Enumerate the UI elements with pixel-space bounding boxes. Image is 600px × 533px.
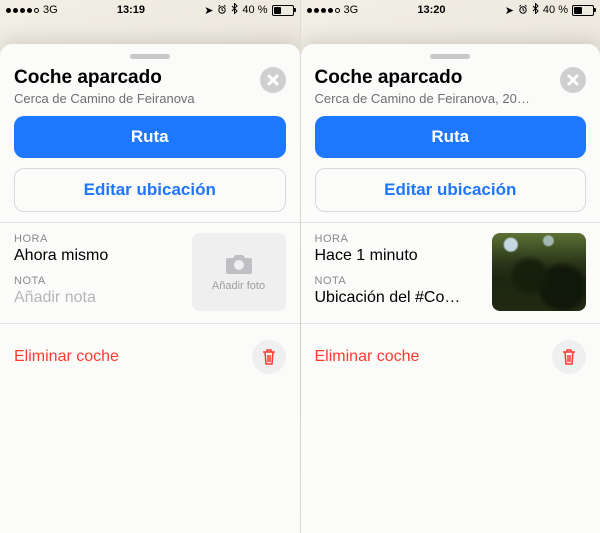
status-right: ➤ 40 % <box>204 3 293 17</box>
note-label: NOTA <box>14 275 178 287</box>
sheet-grabber[interactable] <box>130 54 170 59</box>
info-column: HORA Hace 1 minuto NOTA Ubicación del #C… <box>315 233 479 311</box>
note-label: NOTA <box>315 275 479 287</box>
card-subtitle: Cerca de Camino de Feiranova, 20… <box>315 91 587 106</box>
status-time: 13:19 <box>117 4 145 16</box>
delete-car-link[interactable]: Eliminar coche <box>14 348 119 366</box>
battery-pct: 40 % <box>543 4 568 16</box>
card-subtitle: Cerca de Camino de Feiranova <box>14 91 286 106</box>
dual-screenshot-container: 3G 13:19 ➤ 40 % Coche aparcado Cerca de … <box>0 0 600 533</box>
battery-pct: 40 % <box>242 4 267 16</box>
edit-location-button[interactable]: Editar ubicación <box>14 168 286 212</box>
camera-icon <box>224 252 254 276</box>
time-block: HORA Hace 1 minuto <box>315 233 479 265</box>
signal-dots-icon <box>6 8 39 13</box>
card-header: Coche aparcado Cerca de Camino de Feiran… <box>315 67 587 106</box>
delete-row: Eliminar coche <box>315 324 587 374</box>
battery-icon <box>272 5 294 16</box>
trash-icon <box>561 348 577 366</box>
card-title: Coche aparcado <box>315 67 587 89</box>
sheet-grabber[interactable] <box>430 54 470 59</box>
info-column: HORA Ahora mismo NOTA Añadir nota <box>14 233 178 311</box>
carrier-label: 3G <box>43 4 58 16</box>
info-section: HORA Hace 1 minuto NOTA Ubicación del #C… <box>315 223 587 319</box>
status-left: 3G <box>6 4 58 16</box>
note-value[interactable]: Añadir nota <box>14 289 178 307</box>
phone-screen-right: 3G 13:20 ➤ 40 % Coche aparcado Cerca de … <box>301 0 600 533</box>
route-button[interactable]: Ruta <box>14 116 286 158</box>
close-button[interactable] <box>560 67 586 93</box>
status-bar: 3G 13:20 ➤ 40 % <box>301 0 600 20</box>
trash-icon <box>261 348 277 366</box>
add-photo-caption: Añadir foto <box>212 280 265 292</box>
time-label: HORA <box>14 233 178 245</box>
bluetooth-icon <box>532 3 539 17</box>
time-label: HORA <box>315 233 479 245</box>
delete-car-link[interactable]: Eliminar coche <box>315 348 420 366</box>
battery-icon <box>572 5 594 16</box>
bluetooth-icon <box>231 3 238 17</box>
location-icon: ➤ <box>204 4 213 17</box>
trash-button[interactable] <box>252 340 286 374</box>
photo-thumbnail[interactable] <box>492 233 586 311</box>
parked-car-card: Coche aparcado Cerca de Camino de Feiran… <box>0 44 300 533</box>
edit-location-button[interactable]: Editar ubicación <box>315 168 587 212</box>
carrier-label: 3G <box>344 4 359 16</box>
card-header: Coche aparcado Cerca de Camino de Feiran… <box>14 67 286 106</box>
alarm-icon <box>217 4 227 17</box>
status-time: 13:20 <box>417 4 445 16</box>
add-photo-button[interactable]: Añadir foto <box>192 233 286 311</box>
trash-button[interactable] <box>552 340 586 374</box>
route-button[interactable]: Ruta <box>315 116 587 158</box>
status-bar: 3G 13:19 ➤ 40 % <box>0 0 300 20</box>
phone-screen-left: 3G 13:19 ➤ 40 % Coche aparcado Cerca de … <box>0 0 301 533</box>
time-value: Hace 1 minuto <box>315 247 479 265</box>
status-left: 3G <box>307 4 359 16</box>
parked-car-card: Coche aparcado Cerca de Camino de Feiran… <box>301 44 600 533</box>
location-icon: ➤ <box>505 4 514 17</box>
status-right: ➤ 40 % <box>505 3 594 17</box>
signal-dots-icon <box>307 8 340 13</box>
card-title: Coche aparcado <box>14 67 286 89</box>
alarm-icon <box>518 4 528 17</box>
time-block: HORA Ahora mismo <box>14 233 178 265</box>
delete-row: Eliminar coche <box>14 324 286 374</box>
note-block[interactable]: NOTA Añadir nota <box>14 275 178 307</box>
time-value: Ahora mismo <box>14 247 178 265</box>
info-section: HORA Ahora mismo NOTA Añadir nota Añadir… <box>14 223 286 319</box>
close-button[interactable] <box>260 67 286 93</box>
note-block[interactable]: NOTA Ubicación del #Co… <box>315 275 479 307</box>
note-value[interactable]: Ubicación del #Co… <box>315 289 479 307</box>
